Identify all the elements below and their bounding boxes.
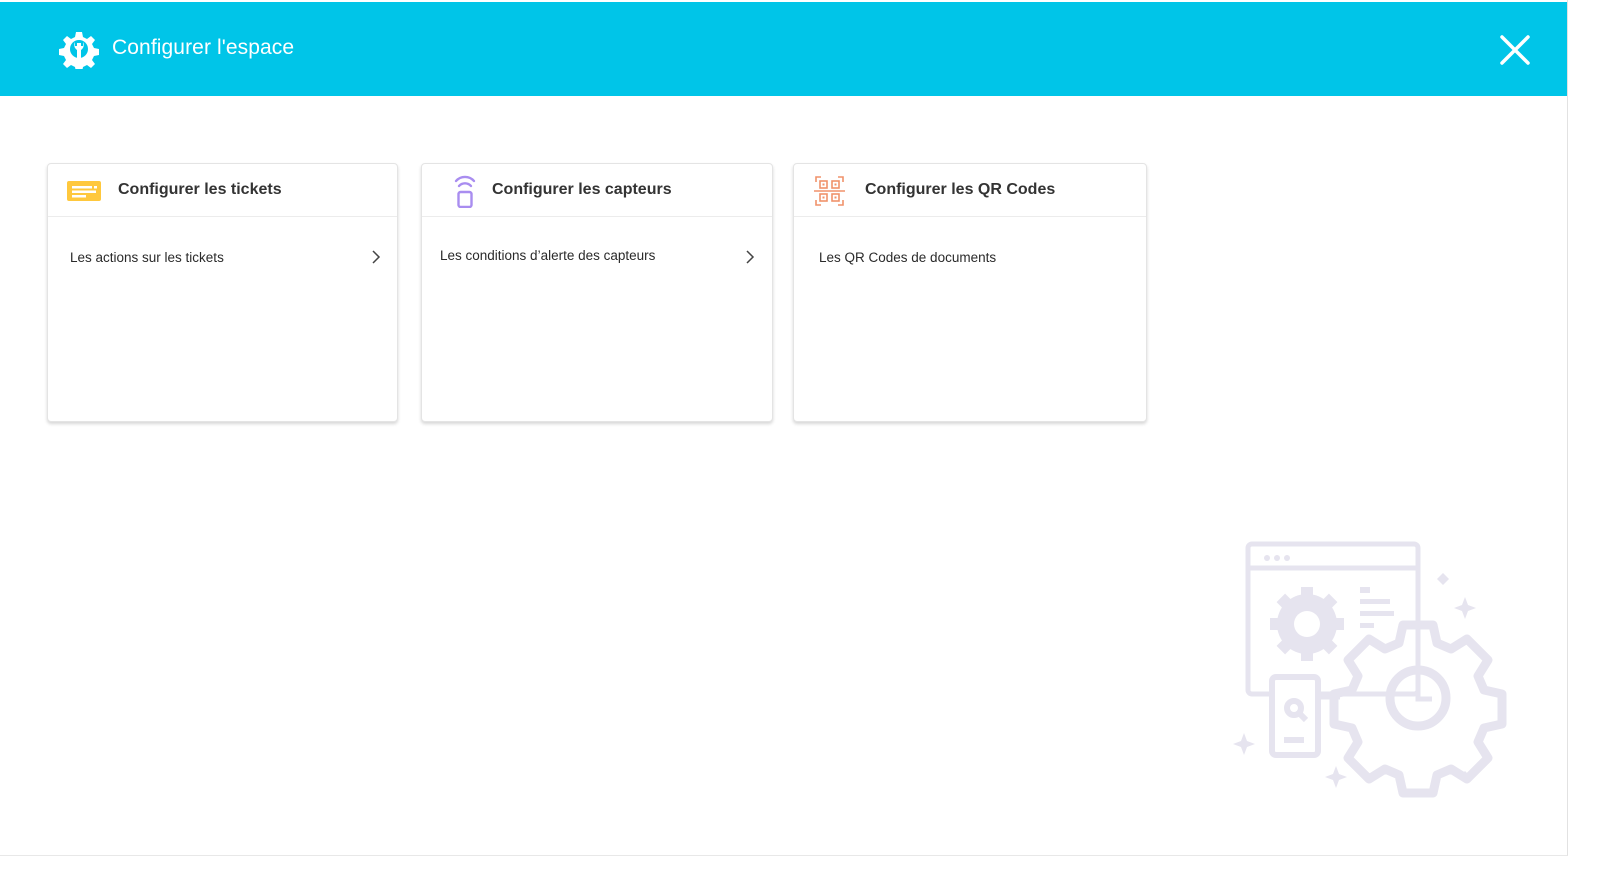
- ticket-icon: [67, 181, 101, 201]
- dialog-header: Configurer l'espace: [0, 2, 1567, 96]
- list-item-label: Les conditions d’alerte des capteurs: [440, 248, 656, 263]
- card-header: Configurer les capteurs: [422, 164, 772, 217]
- dialog-title: Configurer l'espace: [112, 36, 295, 59]
- sensor-icon: [454, 175, 476, 208]
- card-header: Configurer les tickets: [48, 164, 397, 217]
- card-qr-codes: Configurer les QR Codes Les QR Codes de …: [793, 163, 1147, 422]
- card-header: Configurer les QR Codes: [794, 164, 1146, 217]
- chevron-right-icon: [746, 250, 755, 264]
- list-item-label: Les actions sur les tickets: [70, 250, 224, 265]
- close-icon[interactable]: [1496, 31, 1534, 69]
- list-item-qr-documents[interactable]: Les QR Codes de documents: [794, 238, 1146, 278]
- card-title: Configurer les QR Codes: [865, 181, 1056, 198]
- card-title: Configurer les tickets: [118, 181, 282, 198]
- list-item-label: Les QR Codes de documents: [819, 250, 997, 265]
- list-item-ticket-actions[interactable]: Les actions sur les tickets: [48, 238, 397, 278]
- card-sensors: Configurer les capteurs Les conditions d…: [421, 163, 773, 422]
- chevron-right-icon: [372, 250, 381, 264]
- settings-illustration: [1233, 541, 1507, 798]
- gear-wrench-icon: [59, 32, 99, 69]
- configure-space-dialog: Configurer l'espace Configurer les ticke…: [0, 0, 1568, 856]
- card-title: Configurer les capteurs: [492, 181, 672, 198]
- card-tickets: Configurer les tickets Les actions sur l…: [47, 163, 398, 422]
- qr-code-icon: [814, 176, 845, 206]
- list-item-sensor-alert-conditions[interactable]: Les conditions d’alerte des capteurs: [422, 236, 772, 276]
